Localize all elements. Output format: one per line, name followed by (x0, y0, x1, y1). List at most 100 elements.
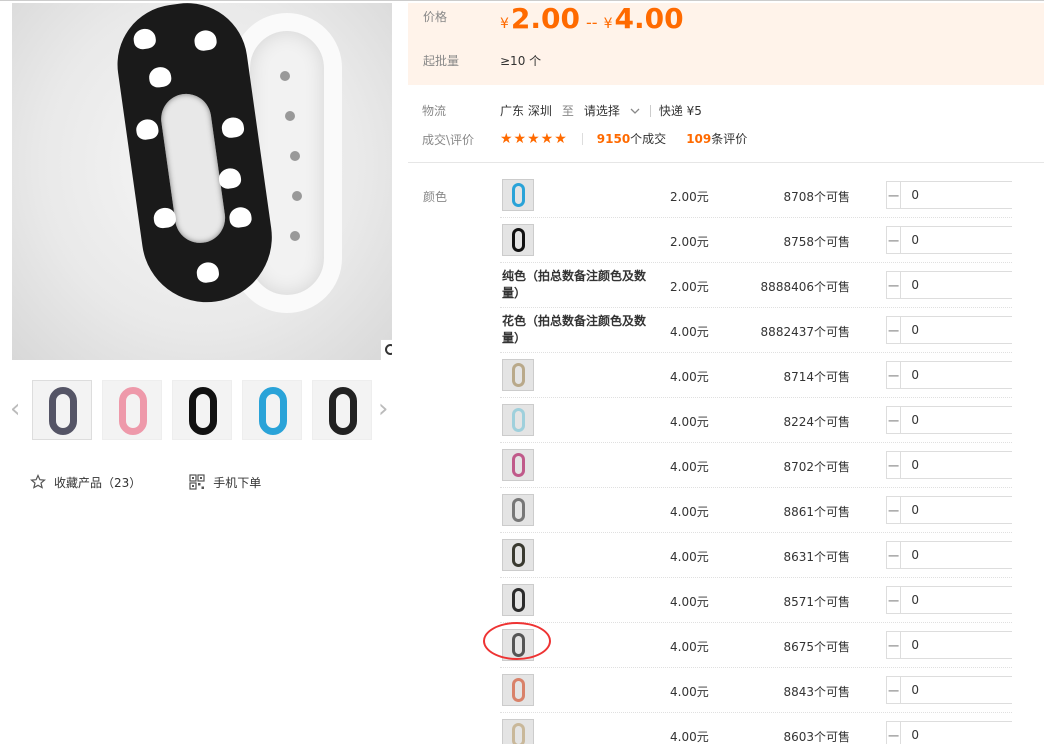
quantity-input[interactable] (901, 542, 1044, 568)
moq-value: ≥10 个 (500, 54, 542, 68)
band-thumb-icon (189, 387, 217, 435)
sku-thumbnail[interactable] (502, 359, 534, 391)
sku-row: 4.00元 8702个可售 −+ (500, 443, 1044, 488)
quantity-input[interactable] (901, 182, 1044, 208)
sku-thumbnail[interactable] (502, 719, 534, 744)
chevron-down-icon[interactable] (630, 104, 640, 118)
decrease-button[interactable]: − (887, 497, 902, 523)
quantity-input[interactable] (901, 317, 1044, 343)
decrease-button[interactable]: − (887, 722, 902, 744)
section-divider (408, 162, 1044, 163)
quantity-input[interactable] (901, 362, 1044, 388)
shipping-row: 广东 深圳 至 请选择 快递 ¥5 (500, 102, 702, 119)
decrease-button[interactable]: − (887, 677, 902, 703)
sku-row: 2.00元 8758个可售 −+ (500, 218, 1044, 263)
band-mini-icon (512, 228, 525, 252)
skull-pattern (132, 27, 157, 51)
decrease-button[interactable]: − (887, 317, 902, 343)
favorite-button[interactable]: 收藏产品（23） (30, 474, 141, 491)
sku-price: 4.00元 (670, 640, 709, 654)
currency-symbol: ¥ (500, 16, 509, 32)
band-mini-icon (512, 588, 525, 612)
sku-name: 纯色（拍总数备注颜色及数量） (502, 269, 647, 300)
deals-unit[interactable]: 个成交 (630, 130, 666, 147)
decrease-button[interactable]: − (887, 272, 902, 298)
decrease-button[interactable]: − (887, 407, 902, 433)
skull-pattern (147, 65, 173, 89)
gallery-thumb[interactable] (32, 380, 92, 440)
main-product-image[interactable] (12, 3, 392, 360)
decrease-button[interactable]: − (887, 542, 902, 568)
sku-thumbnail[interactable] (502, 224, 534, 256)
decrease-button[interactable]: − (887, 182, 902, 208)
sku-row: 4.00元 8675个可售 −+ (500, 623, 1044, 668)
sku-row: 4.00元 8843个可售 −+ (500, 668, 1044, 713)
strap-hole (285, 111, 295, 121)
band-thumb-icon (119, 387, 147, 435)
rating-label: 成交\评价 (422, 133, 475, 147)
quantity-input[interactable] (901, 677, 1044, 703)
sku-row: 4.00元 8224个可售 −+ (500, 398, 1044, 443)
mobile-order-button[interactable]: 手机下单 (189, 474, 261, 491)
sku-row: 2.00元 8708个可售 −+ (500, 173, 1044, 218)
sku-stock: 8861个可售 (783, 505, 850, 519)
decrease-button[interactable]: − (887, 362, 902, 388)
strap-hole (280, 71, 290, 81)
deals-count[interactable]: 9150 (597, 132, 630, 146)
reviews-count[interactable]: 109 (686, 132, 711, 146)
sku-thumbnail[interactable] (502, 674, 534, 706)
decrease-button[interactable]: − (887, 452, 902, 478)
quantity-input[interactable] (901, 632, 1044, 658)
sku-stock: 8714个可售 (783, 370, 850, 384)
decrease-button[interactable]: − (887, 632, 902, 658)
sku-stock: 8603个可售 (783, 730, 850, 744)
sku-thumbnail[interactable] (502, 179, 534, 211)
quantity-input[interactable] (901, 227, 1044, 253)
sku-stock: 8758个可售 (783, 235, 850, 249)
quantity-stepper: −+ (886, 496, 1044, 524)
strap-hole (290, 231, 300, 241)
quantity-input[interactable] (901, 722, 1044, 744)
quantity-stepper: −+ (886, 541, 1044, 569)
gallery-thumb[interactable] (242, 380, 302, 440)
sku-price: 4.00元 (670, 730, 709, 744)
decrease-button[interactable]: − (887, 227, 902, 253)
strap-hole (292, 191, 302, 201)
quantity-stepper: −+ (886, 316, 1044, 344)
gallery-thumb[interactable] (172, 380, 232, 440)
decrease-button[interactable]: − (887, 587, 902, 613)
sku-stock: 8224个可售 (783, 415, 850, 429)
sku-thumbnail[interactable] (502, 494, 534, 526)
sku-thumbnail[interactable] (502, 404, 534, 436)
gallery-thumb[interactable] (102, 380, 162, 440)
quantity-input[interactable] (901, 452, 1044, 478)
reviews-unit[interactable]: 条评价 (711, 130, 747, 147)
sku-stock: 8843个可售 (783, 685, 850, 699)
gallery-prev-arrow[interactable]: ‹ (10, 396, 20, 422)
price-separator: -- (586, 13, 598, 32)
quantity-stepper: −+ (886, 721, 1044, 744)
band-mini-icon (512, 408, 525, 432)
strap-hole (290, 151, 300, 161)
ship-destination-select[interactable]: 请选择 (584, 102, 620, 119)
sku-thumbnail[interactable] (502, 584, 534, 616)
sku-stock: 8675个可售 (783, 640, 850, 654)
gallery-thumb[interactable] (312, 380, 372, 440)
currency-symbol: ¥ (603, 16, 613, 32)
sku-thumbnail[interactable] (502, 539, 534, 571)
quantity-input[interactable] (901, 272, 1044, 298)
color-label: 颜色 (423, 190, 448, 204)
sku-thumbnail[interactable] (502, 449, 534, 481)
sku-stock: 8631个可售 (783, 550, 850, 564)
price-label: 价格 (423, 10, 448, 24)
sku-stock: 8888406个可售 (760, 280, 850, 294)
quantity-input[interactable] (901, 407, 1044, 433)
quantity-input[interactable] (901, 497, 1044, 523)
favorite-label: 收藏产品（23） (54, 475, 142, 490)
quantity-input[interactable] (901, 587, 1044, 613)
gallery-next-arrow[interactable]: › (378, 396, 388, 422)
sku-price: 4.00元 (670, 415, 709, 429)
sku-row: 4.00元 8631个可售 −+ (500, 533, 1044, 578)
zoom-icon[interactable] (380, 339, 392, 360)
quantity-stepper: −+ (886, 226, 1044, 254)
